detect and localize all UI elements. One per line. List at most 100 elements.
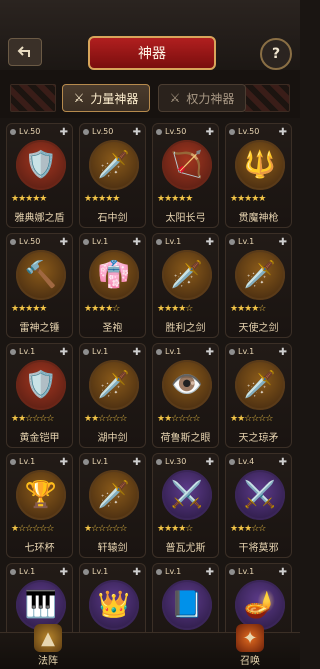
- level-text: Lv.50: [19, 127, 41, 136]
- artifact-card[interactable]: Lv.1 ✚ 🛡️ ★★☆☆☆☆ 黄金铠甲: [6, 343, 73, 448]
- artifact-icon: ⚔️: [162, 470, 212, 520]
- grade-dot-icon: [229, 348, 235, 355]
- crossed-swords-icon: ✚: [59, 457, 68, 468]
- level-text: Lv.1: [19, 457, 36, 466]
- level-text: Lv.1: [19, 347, 36, 356]
- level-badge: Lv.1: [229, 237, 254, 246]
- artifact-name: 轩辕剑: [97, 543, 128, 554]
- level-badge: Lv.1: [83, 347, 108, 356]
- level-text: Lv.4: [238, 457, 255, 466]
- level-badge: Lv.50: [10, 237, 40, 246]
- artifact-icon: 🪔: [235, 580, 285, 630]
- artifact-card[interactable]: Lv.50 ✚ 🗡️ ★★★★★ 石中剑: [79, 123, 146, 228]
- level-badge: Lv.50: [83, 127, 113, 136]
- artifact-card[interactable]: Lv.1 ✚ 🗡️ ★★☆☆☆☆ 天之琼矛: [225, 343, 292, 448]
- artifact-card[interactable]: Lv.1 ✚ 🗡️ ★★★★☆ 天使之剑: [225, 233, 292, 338]
- page-title-banner: 神器: [88, 36, 216, 70]
- star-rating: ★☆☆☆☆☆: [11, 524, 54, 534]
- artifact-card[interactable]: Lv.50 ✚ 🛡️ ★★★★★ 雅典娜之盾: [6, 123, 73, 228]
- artifact-icon: 🎹: [16, 580, 66, 630]
- crossed-swords-icon: ✚: [132, 457, 141, 468]
- artifact-card[interactable]: Lv.1 ✚ 👁️ ★★☆☆☆☆ 荷鲁斯之眼: [152, 343, 219, 448]
- level-badge: Lv.1: [10, 347, 35, 356]
- ornament-left: [10, 84, 56, 112]
- artifact-icon: ⚔️: [235, 470, 285, 520]
- artifact-icon: 📘: [162, 580, 212, 630]
- level-badge: Lv.1: [10, 457, 35, 466]
- star-rating: ★★★★★: [230, 194, 266, 204]
- star-rating: ★★☆☆☆☆: [157, 414, 200, 424]
- level-text: Lv.1: [165, 237, 182, 246]
- artifact-name: 天使之剑: [238, 323, 279, 334]
- artifact-card[interactable]: Lv.50 ✚ 🔱 ★★★★★ 贯魔神枪: [225, 123, 292, 228]
- grade-dot-icon: [229, 458, 235, 465]
- level-badge: Lv.50: [10, 127, 40, 136]
- level-badge: Lv.1: [10, 567, 35, 576]
- page-title: 神器: [138, 46, 166, 62]
- artifact-card[interactable]: Lv.30 ✚ ⚔️ ★★★★☆ 普瓦尤斯: [152, 453, 219, 558]
- artifact-name: 贯魔神枪: [238, 213, 279, 224]
- nav-formation[interactable]: ▲ 法阵: [34, 624, 62, 667]
- level-badge: Lv.1: [83, 457, 108, 466]
- nav-summon[interactable]: ✦ 召唤: [236, 624, 264, 667]
- grade-dot-icon: [156, 128, 162, 135]
- level-text: Lv.50: [165, 127, 187, 136]
- level-badge: Lv.30: [156, 457, 186, 466]
- artifact-card[interactable]: Lv.1 ✚ 🗡️ ★★☆☆☆☆ 湖中剑: [79, 343, 146, 448]
- triangle-crest-icon: ▲: [34, 624, 62, 652]
- grade-dot-icon: [10, 348, 16, 355]
- artifact-card[interactable]: Lv.1 ✚ 🏆 ★☆☆☆☆☆ 七环杯: [6, 453, 73, 558]
- grade-dot-icon: [83, 128, 89, 135]
- artifact-card[interactable]: Lv.50 ✚ 🔨 ★★★★★ 雷神之锤: [6, 233, 73, 338]
- artifact-icon: 🔱: [235, 140, 285, 190]
- artifact-card[interactable]: Lv.4 ✚ ⚔️ ★★★☆☆ 干将莫邪: [225, 453, 292, 558]
- star-rating: ★★☆☆☆☆: [84, 414, 127, 424]
- tab-label: 权力神器: [186, 91, 235, 106]
- star-rating: ★★★☆☆: [230, 524, 266, 534]
- level-text: Lv.1: [92, 237, 109, 246]
- artifact-name: 干将莫邪: [238, 543, 279, 554]
- star-rating: ★★★★★: [84, 194, 120, 204]
- artifact-icon: 🛡️: [16, 140, 66, 190]
- artifact-icon: 🗡️: [89, 140, 139, 190]
- artifact-icon: 🗡️: [235, 250, 285, 300]
- artifact-icon: 👁️: [162, 360, 212, 410]
- crossed-swords-icon: ✚: [278, 347, 287, 358]
- star-rating: ★☆☆☆☆☆: [84, 524, 127, 534]
- level-badge: Lv.1: [156, 347, 181, 356]
- crossed-swords-icon: ✚: [278, 127, 287, 138]
- artifact-name: 湖中剑: [97, 433, 128, 444]
- tab-power-artifacts[interactable]: ⚔ 力量神器: [62, 84, 150, 112]
- level-badge: Lv.1: [156, 567, 181, 576]
- crossed-swords-icon: ✚: [205, 347, 214, 358]
- back-button[interactable]: [8, 38, 42, 66]
- back-arrow-icon: [17, 46, 30, 57]
- star-rating: ★★★★☆: [157, 524, 193, 534]
- artifact-icon: 🗡️: [235, 360, 285, 410]
- level-badge: Lv.1: [156, 237, 181, 246]
- tab-authority-artifacts[interactable]: ⚔ 权力神器: [158, 84, 246, 112]
- star-rating: ★★★★☆: [230, 304, 266, 314]
- crossed-swords-icon: ✚: [278, 457, 287, 468]
- level-text: Lv.1: [92, 457, 109, 466]
- artifact-card[interactable]: Lv.50 ✚ 🏹 ★★★★★ 太阳长弓: [152, 123, 219, 228]
- level-badge: Lv.1: [83, 237, 108, 246]
- ornament-right: [244, 84, 290, 112]
- question-icon: ?: [271, 46, 281, 62]
- artifact-icon: 🔨: [16, 250, 66, 300]
- artifact-icon: 👘: [89, 250, 139, 300]
- artifact-card[interactable]: Lv.1 ✚ 🗡️ ★☆☆☆☆☆ 轩辕剑: [79, 453, 146, 558]
- artifact-card[interactable]: Lv.1 ✚ 🗡️ ★★★★☆ 胜利之剑: [152, 233, 219, 338]
- crossed-swords-icon: ✚: [132, 347, 141, 358]
- star-rating: ★★★★☆: [157, 304, 193, 314]
- artifact-name: 胜利之剑: [165, 323, 206, 334]
- level-text: Lv.1: [165, 347, 182, 356]
- grade-dot-icon: [83, 458, 89, 465]
- help-button[interactable]: ?: [260, 38, 292, 70]
- artifact-card[interactable]: Lv.1 ✚ 👘 ★★★★☆ 圣袍: [79, 233, 146, 338]
- crossed-swords-icon: ✚: [59, 127, 68, 138]
- artifact-name: 普瓦尤斯: [165, 543, 206, 554]
- artifact-name: 雅典娜之盾: [14, 213, 65, 224]
- artifact-name: 黄金铠甲: [19, 433, 60, 444]
- grade-dot-icon: [229, 128, 235, 135]
